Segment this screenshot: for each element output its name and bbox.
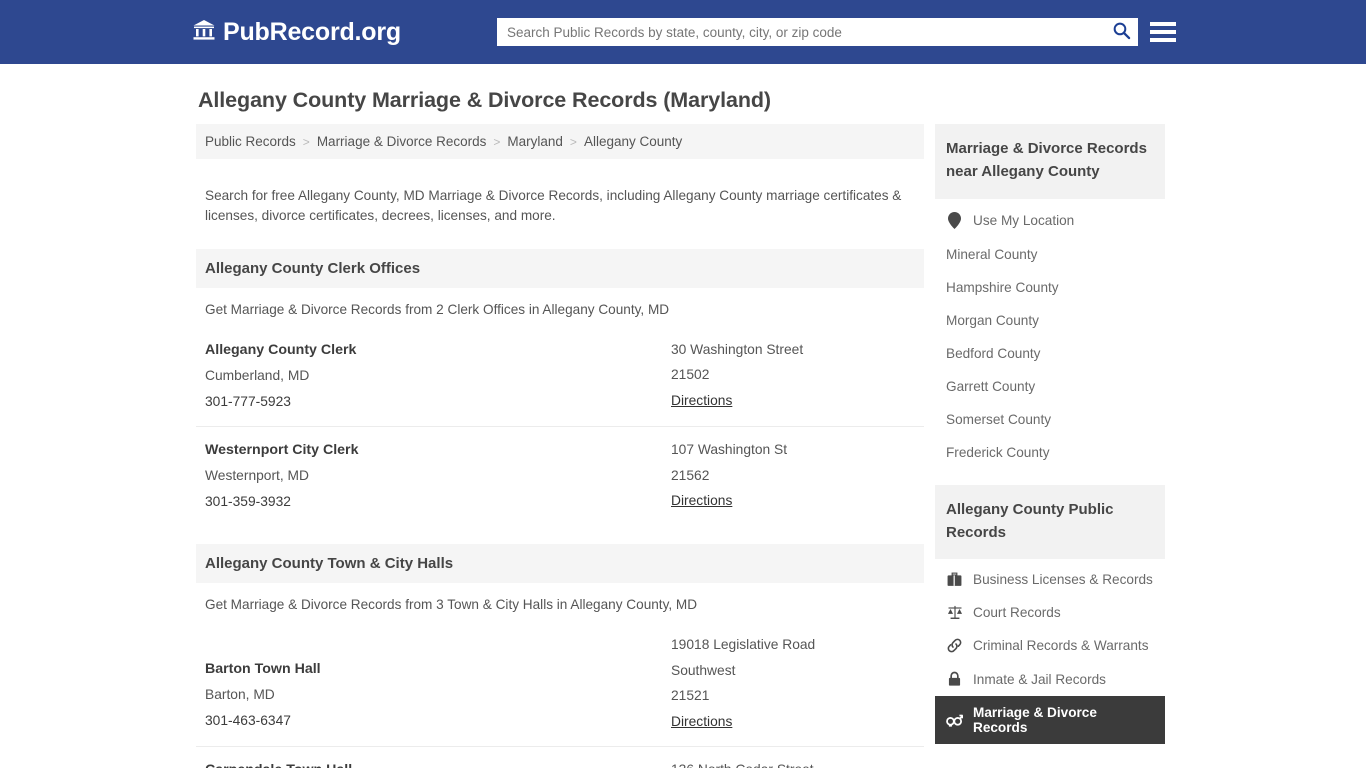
section-heading-town-city-halls: Allegany County Town & City Halls bbox=[196, 544, 924, 584]
sidebar-item-garrett-county[interactable]: Garrett County bbox=[935, 370, 1165, 403]
sidebar-item-morgan-county[interactable]: Morgan County bbox=[935, 304, 1165, 337]
sidebar-public-records-block: Allegany County Public Records Business … bbox=[935, 484, 1165, 744]
sidebar-heading-public-records: Allegany County Public Records bbox=[935, 484, 1165, 559]
record-left-column: Westernport City Clerk Westernport, MD 3… bbox=[205, 437, 671, 514]
sidebar-item-hampshire-county[interactable]: Hampshire County bbox=[935, 271, 1165, 304]
sidebar-item-label: Bedford County bbox=[946, 345, 1041, 361]
breadcrumb-item-allegany-county[interactable]: Allegany County bbox=[584, 134, 682, 149]
breadcrumb-item-public-records[interactable]: Public Records bbox=[205, 134, 296, 149]
chain-link-icon bbox=[946, 638, 963, 653]
record-address: 136 North Cedar Street bbox=[671, 757, 915, 768]
sidebar-item-business-licenses-records[interactable]: Business Licenses & Records bbox=[935, 563, 1165, 596]
sidebar-nearby-list: Use My Location Mineral County Hampshire… bbox=[935, 199, 1165, 469]
main-content: Public Records > Marriage & Divorce Reco… bbox=[196, 124, 924, 768]
hamburger-menu-button[interactable] bbox=[1150, 18, 1176, 46]
record-right-column: 30 Washington Street 21502 Directions bbox=[671, 337, 915, 414]
sidebar-item-bedford-county[interactable]: Bedford County bbox=[935, 337, 1165, 370]
section-heading-clerk-offices: Allegany County Clerk Offices bbox=[196, 248, 924, 288]
page-title: Allegany County Marriage & Divorce Recor… bbox=[198, 88, 771, 112]
brand-name: PubRecord.org bbox=[223, 17, 401, 46]
breadcrumb-separator: > bbox=[493, 134, 501, 149]
sidebar-item-label: Use My Location bbox=[973, 212, 1075, 228]
record-address: 107 Washington St bbox=[671, 442, 788, 458]
record-phone: 301-359-3932 bbox=[205, 493, 291, 509]
padlock-icon bbox=[946, 671, 963, 687]
sidebar-item-marriage-divorce-records[interactable]: Marriage & Divorce Records bbox=[935, 696, 1165, 744]
record-zip: 21502 bbox=[671, 367, 710, 383]
sidebar-item-label: Business Licenses & Records bbox=[973, 572, 1153, 587]
search-input[interactable] bbox=[497, 18, 1104, 46]
section-subtitle-clerk-offices: Get Marriage & Divorce Records from 2 Cl… bbox=[205, 301, 670, 317]
hamburger-menu-icon bbox=[1150, 22, 1176, 26]
directions-link[interactable]: Directions bbox=[671, 709, 732, 735]
sidebar-item-inmate-jail-records[interactable]: Inmate & Jail Records bbox=[935, 662, 1165, 696]
record-left-column: Carpendale Town Hall Cumberland, MD bbox=[205, 757, 671, 768]
sidebar-public-records-list: Business Licenses & Records Court Record… bbox=[935, 559, 1165, 744]
record-address: 19018 Legislative Road bbox=[671, 637, 816, 653]
hamburger-menu-icon-bar2 bbox=[1150, 30, 1176, 34]
record-right-column: 136 North Cedar Street 21502 bbox=[671, 757, 915, 768]
sidebar-item-frederick-county[interactable]: Frederick County bbox=[935, 436, 1165, 469]
record-address: 30 Washington Street bbox=[671, 341, 804, 357]
directions-link[interactable]: Directions bbox=[671, 488, 732, 514]
record-name: Westernport City Clerk bbox=[205, 442, 359, 459]
sidebar-heading-nearby: Marriage & Divorce Records near Allegany… bbox=[935, 124, 1165, 199]
section-subtitle-town-city-halls: Get Marriage & Divorce Records from 3 To… bbox=[205, 597, 698, 613]
search-bar bbox=[497, 18, 1138, 46]
bank-building-icon bbox=[192, 18, 216, 47]
breadcrumb-item-marriage-divorce-records[interactable]: Marriage & Divorce Records bbox=[317, 134, 487, 149]
sidebar-item-label: Morgan County bbox=[946, 312, 1039, 328]
sidebar-item-label: Court Records bbox=[973, 605, 1061, 620]
record-right-column: 107 Washington St 21562 Directions bbox=[671, 437, 915, 514]
record-phone: 301-777-5923 bbox=[205, 393, 291, 409]
breadcrumb-separator: > bbox=[302, 134, 310, 149]
sidebar-item-court-records[interactable]: Court Records bbox=[935, 596, 1165, 629]
gender-symbols-icon bbox=[946, 713, 963, 727]
record-name: Carpendale Town Hall bbox=[205, 757, 671, 768]
record-city-state: Westernport, MD bbox=[205, 468, 310, 484]
record-city-state: Cumberland, MD bbox=[205, 368, 310, 384]
search-icon bbox=[1112, 21, 1131, 43]
sidebar-item-label: Garrett County bbox=[946, 378, 1036, 394]
table-row: Barton Town Hall Barton, MD 301-463-6347… bbox=[196, 622, 924, 746]
breadcrumb-item-maryland[interactable]: Maryland bbox=[507, 134, 563, 149]
table-row: Allegany County Clerk Cumberland, MD 301… bbox=[196, 327, 924, 426]
record-zip: 21562 bbox=[671, 467, 710, 483]
record-phone: 301-463-6347 bbox=[205, 712, 291, 728]
site-header: PubRecord.org bbox=[0, 0, 1366, 64]
sidebar-item-label: Inmate & Jail Records bbox=[973, 671, 1106, 687]
table-row: Westernport City Clerk Westernport, MD 3… bbox=[196, 426, 924, 526]
map-pin-icon bbox=[946, 211, 963, 229]
sidebar-item-label: Criminal Records & Warrants bbox=[973, 638, 1149, 653]
record-left-column: Barton Town Hall Barton, MD 301-463-6347 bbox=[205, 632, 671, 734]
search-button[interactable] bbox=[1104, 18, 1138, 46]
sidebar: Marriage & Divorce Records near Allegany… bbox=[935, 124, 1165, 744]
brand-logo-link[interactable]: PubRecord.org bbox=[192, 18, 401, 47]
sidebar-item-label: Frederick County bbox=[946, 444, 1050, 460]
breadcrumb: Public Records > Marriage & Divorce Reco… bbox=[196, 124, 924, 159]
scales-of-justice-icon bbox=[946, 605, 963, 620]
page-intro-text: Search for free Allegany County, MD Marr… bbox=[205, 187, 902, 224]
record-right-column: 19018 Legislative Road Southwest 21521 D… bbox=[671, 632, 915, 734]
record-zip: 21521 bbox=[671, 688, 710, 704]
record-city-state: Barton, MD bbox=[205, 687, 275, 703]
sidebar-item-label: Marriage & Divorce Records bbox=[973, 705, 1097, 735]
directions-link[interactable]: Directions bbox=[671, 388, 732, 414]
table-row: Carpendale Town Hall Cumberland, MD 136 … bbox=[196, 746, 924, 768]
sidebar-item-label: Somerset County bbox=[946, 411, 1052, 427]
hamburger-menu-icon-bar3 bbox=[1150, 38, 1176, 42]
record-name: Allegany County Clerk bbox=[205, 341, 357, 358]
record-name: Barton Town Hall bbox=[205, 661, 321, 678]
sidebar-item-somerset-county[interactable]: Somerset County bbox=[935, 403, 1165, 436]
sidebar-item-label: Hampshire County bbox=[946, 279, 1059, 295]
record-address-line2: Southwest bbox=[671, 662, 736, 678]
record-left-column: Allegany County Clerk Cumberland, MD 301… bbox=[205, 337, 671, 414]
sidebar-item-use-my-location[interactable]: Use My Location bbox=[935, 203, 1165, 238]
briefcase-icon bbox=[946, 572, 963, 587]
sidebar-item-label: Mineral County bbox=[946, 246, 1038, 262]
sidebar-item-mineral-county[interactable]: Mineral County bbox=[935, 238, 1165, 271]
breadcrumb-separator: > bbox=[569, 134, 577, 149]
sidebar-item-criminal-records-warrants[interactable]: Criminal Records & Warrants bbox=[935, 629, 1165, 662]
